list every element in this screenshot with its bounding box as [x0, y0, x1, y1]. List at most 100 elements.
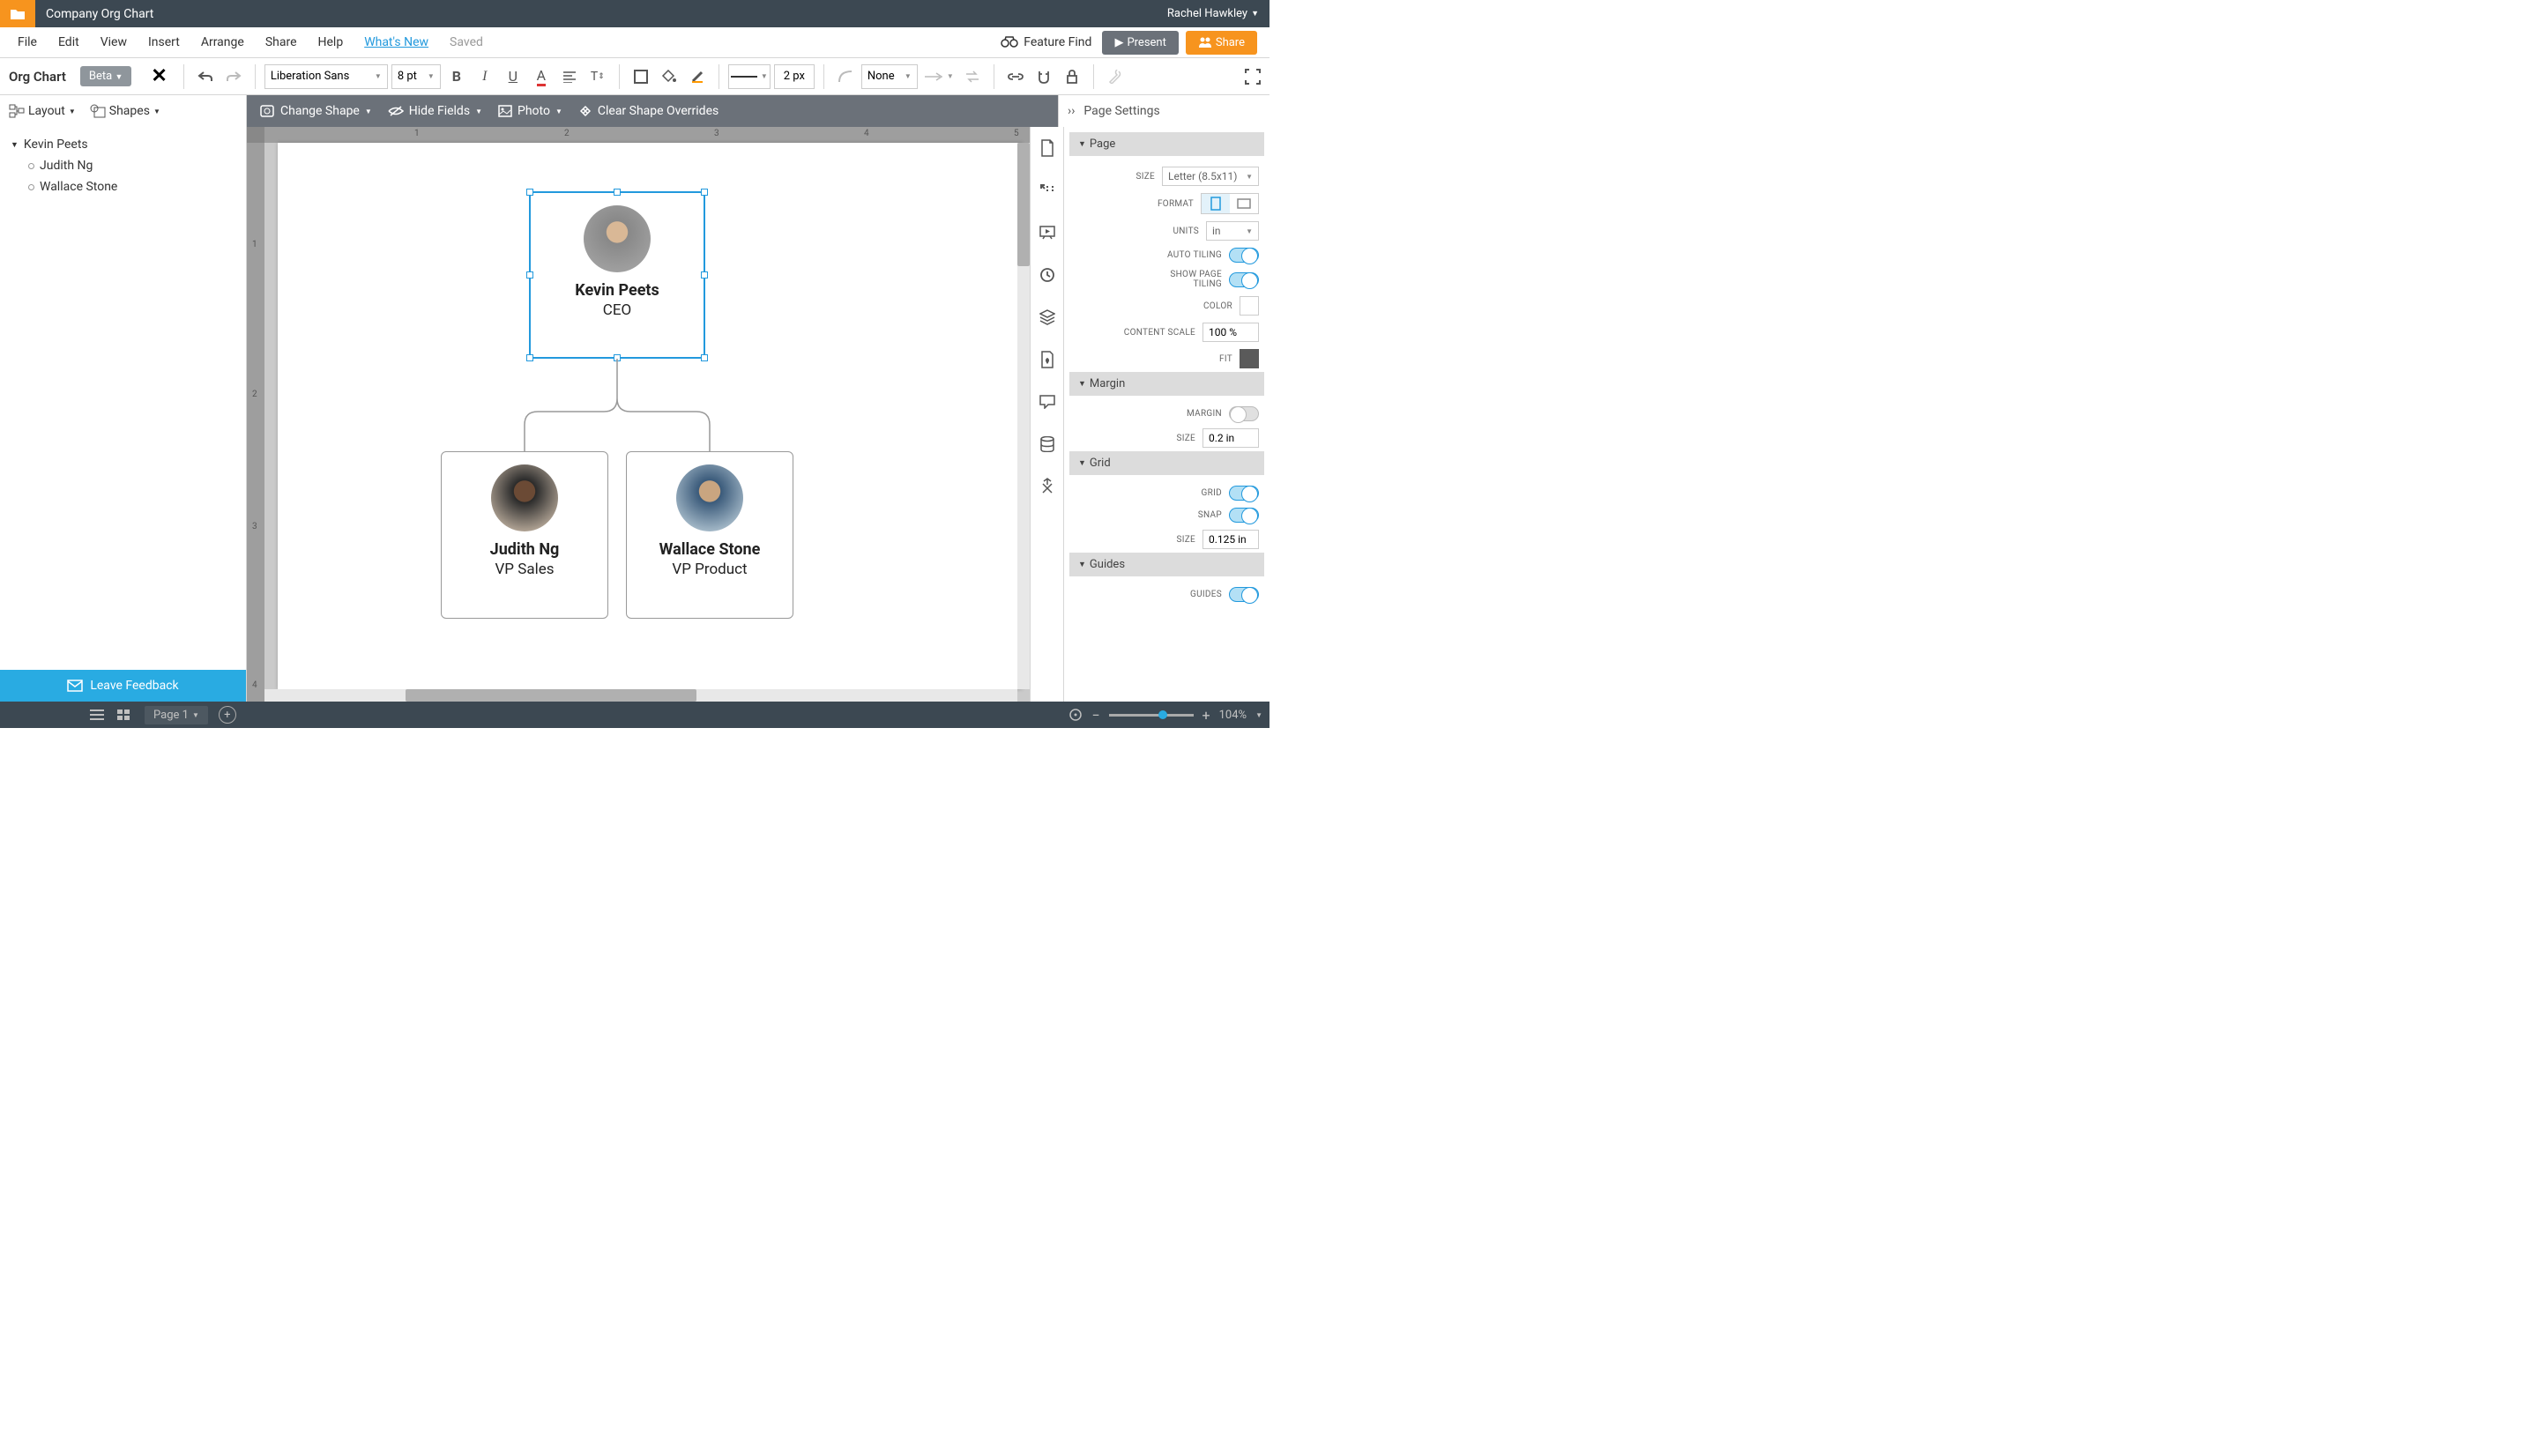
fill-button[interactable] [657, 64, 681, 89]
target-icon[interactable] [1068, 708, 1083, 722]
align-button[interactable] [557, 64, 582, 89]
clear-overrides-button[interactable]: Clear Shape Overrides [578, 104, 719, 118]
menu-share[interactable]: Share [255, 30, 308, 55]
tab-history[interactable] [1031, 254, 1063, 296]
font-size-select[interactable]: 8 pt▼ [391, 64, 441, 89]
photo-button[interactable]: Photo ▼ [498, 104, 562, 118]
vertical-ruler: 1 2 3 4 [247, 143, 264, 702]
panel-collapse-button[interactable]: ›› [1068, 104, 1075, 118]
org-node-vp1[interactable]: Judith Ng VP Sales [441, 451, 608, 619]
tab-themes[interactable] [1031, 338, 1063, 381]
user-menu[interactable]: Rachel Hawkley ▼ [1167, 7, 1259, 20]
tree-child[interactable]: Wallace Stone [11, 176, 235, 197]
vertical-scrollbar[interactable] [1017, 143, 1030, 689]
bold-button[interactable]: B [444, 64, 469, 89]
redo-button[interactable] [221, 64, 246, 89]
text-color-button[interactable]: A [529, 64, 554, 89]
page-selector[interactable]: Page 1 ▼ [145, 706, 208, 724]
magnet-button[interactable] [1031, 64, 1056, 89]
menu-file[interactable]: File [7, 30, 48, 55]
zoom-slider[interactable] [1109, 714, 1194, 717]
menu-whats-new[interactable]: What's New [354, 30, 439, 55]
tree-child[interactable]: Judith Ng [11, 155, 235, 176]
list-view-button[interactable] [86, 706, 108, 724]
page-size-select[interactable]: Letter (8.5x11)▼ [1162, 167, 1259, 186]
feedback-button[interactable]: Leave Feedback [0, 670, 246, 702]
hide-fields-button[interactable]: Hide Fields ▼ [388, 104, 482, 118]
menu-help[interactable]: Help [308, 30, 354, 55]
section-grid[interactable]: ▼ Grid [1069, 451, 1264, 475]
org-node-vp2[interactable]: Wallace Stone VP Product [626, 451, 793, 619]
canvas[interactable]: 1 2 3 4 5 1 2 3 4 Kevin Peets [247, 127, 1030, 702]
tab-comments[interactable] [1031, 169, 1063, 212]
arrow-end-select[interactable]: ▼ [921, 64, 957, 89]
menu-insert[interactable]: Insert [138, 30, 190, 55]
line-type-button[interactable] [833, 64, 858, 89]
tab-chat[interactable] [1031, 381, 1063, 423]
present-button[interactable]: ▶ Present [1102, 31, 1178, 55]
zoom-level[interactable]: 104% [1219, 709, 1247, 722]
tab-data[interactable] [1031, 423, 1063, 465]
tab-layers[interactable] [1031, 296, 1063, 338]
shape-border-button[interactable] [629, 64, 653, 89]
margin-size-input[interactable] [1202, 428, 1259, 448]
grid-size-input[interactable] [1202, 530, 1259, 549]
grid-toggle[interactable] [1229, 486, 1259, 501]
lock-button[interactable] [1060, 64, 1084, 89]
line-width-input[interactable] [774, 64, 815, 89]
fullscreen-button[interactable] [1245, 69, 1261, 85]
shapes-dropdown[interactable]: Shapes ▼ [90, 104, 160, 118]
tab-page[interactable] [1031, 127, 1063, 169]
auto-tiling-toggle[interactable] [1229, 248, 1259, 263]
menu-bar: File Edit View Insert Arrange Share Help… [0, 27, 1270, 58]
tab-actions[interactable] [1031, 465, 1063, 508]
snap-toggle[interactable] [1229, 508, 1259, 523]
change-shape-button[interactable]: Change Shape ▼ [259, 104, 372, 118]
section-guides[interactable]: ▼ Guides [1069, 553, 1264, 576]
fit-button[interactable] [1240, 349, 1259, 368]
line-color-button[interactable] [685, 64, 710, 89]
app-logo[interactable] [0, 0, 35, 27]
feature-find[interactable]: Feature Find [1001, 35, 1091, 49]
content-scale-input[interactable] [1202, 323, 1259, 342]
guides-toggle[interactable] [1229, 587, 1259, 602]
section-margin[interactable]: ▼ Margin [1069, 372, 1264, 396]
landscape-button[interactable] [1230, 194, 1258, 213]
people-icon [1198, 37, 1212, 48]
italic-button[interactable]: I [473, 64, 497, 89]
link-button[interactable] [1003, 64, 1028, 89]
line-style-select[interactable]: ▼ [728, 64, 771, 89]
undo-button[interactable] [193, 64, 218, 89]
font-select[interactable]: Liberation Sans▼ [264, 64, 388, 89]
tree-root[interactable]: ▼ Kevin Peets [11, 134, 235, 155]
grid-view-button[interactable] [113, 706, 134, 724]
margin-toggle[interactable] [1229, 406, 1259, 421]
units-select[interactable]: in▼ [1206, 221, 1259, 241]
page-canvas[interactable]: Kevin Peets CEO Judith Ng VP Sales Walla… [278, 143, 1023, 689]
beta-badge[interactable]: Beta ▼ [80, 66, 131, 86]
add-page-button[interactable]: + [219, 706, 236, 724]
underline-button[interactable]: U [501, 64, 525, 89]
zoom-out-button[interactable]: − [1091, 707, 1099, 724]
bullet-icon [28, 184, 34, 190]
swap-arrows-button[interactable] [960, 64, 985, 89]
org-node-ceo[interactable]: Kevin Peets CEO [529, 191, 705, 359]
close-icon[interactable]: ✕ [144, 65, 174, 87]
portrait-button[interactable] [1202, 194, 1230, 213]
tab-present[interactable] [1031, 212, 1063, 254]
show-tiling-toggle[interactable] [1229, 272, 1259, 287]
wrench-button[interactable] [1103, 64, 1128, 89]
share-button[interactable]: Share [1186, 31, 1257, 55]
text-size-button[interactable]: T⇕ [585, 64, 610, 89]
horizontal-scrollbar[interactable] [264, 689, 1017, 702]
document-title[interactable]: Company Org Chart [46, 7, 1167, 21]
menu-edit[interactable]: Edit [48, 30, 90, 55]
menu-view[interactable]: View [90, 30, 138, 55]
page-color-picker[interactable] [1240, 296, 1259, 316]
arrow-start-select[interactable]: None▼ [861, 64, 918, 89]
panel-title: Page Settings [1083, 104, 1159, 118]
section-page[interactable]: ▼ Page [1069, 132, 1264, 156]
menu-arrange[interactable]: Arrange [190, 30, 255, 55]
layout-dropdown[interactable]: Layout ▼ [9, 104, 76, 118]
zoom-in-button[interactable]: + [1202, 707, 1210, 724]
